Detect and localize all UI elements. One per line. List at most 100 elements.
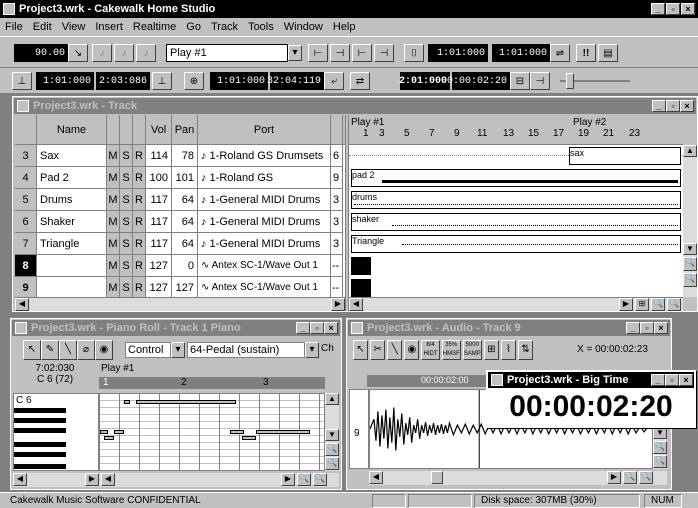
solo-button[interactable]: S <box>120 189 133 210</box>
track-pan[interactable]: 101 <box>172 167 198 188</box>
tempo-ratio-1-icon[interactable]: ♪ <box>92 44 112 62</box>
track-vol[interactable]: 117 <box>146 189 172 210</box>
track-vol[interactable]: 100 <box>146 167 172 188</box>
solo-button[interactable]: S <box>120 211 133 232</box>
scroll-left-icon[interactable]: ◀ <box>13 473 27 486</box>
clip-audio-8[interactable] <box>351 257 371 275</box>
zoom-h-in-icon[interactable]: 🔍 <box>651 298 665 311</box>
track-vol[interactable]: 117 <box>146 211 172 232</box>
scroll-right-icon[interactable]: ▶ <box>281 473 295 486</box>
menu-tools[interactable]: Tools <box>248 21 274 33</box>
set-range-icon[interactable]: ⇌ <box>550 44 570 62</box>
pencil-tool-icon[interactable]: ✎ <box>41 340 59 360</box>
track-extra[interactable]: 9 <box>331 167 343 188</box>
maximize-button[interactable]: ▫ <box>666 3 680 15</box>
mute-button[interactable]: M <box>107 167 120 188</box>
loop-start-icon[interactable]: ⊥ <box>12 72 32 90</box>
snap-icon[interactable]: ⌇ <box>500 340 516 360</box>
mute-button[interactable]: M <box>107 255 120 276</box>
track-row[interactable]: 4 Pad 2 M S R 100 101 ♪ 1-Roland GS 9 <box>15 167 343 189</box>
zoom-out-icon[interactable]: 🔍 <box>653 455 667 468</box>
black-key[interactable] <box>14 452 66 457</box>
punch-icon[interactable]: ⊕ <box>184 72 204 90</box>
control-select[interactable]: Control <box>125 342 171 358</box>
audio-window-icon[interactable] <box>351 322 363 334</box>
punch-start-display[interactable]: 1:01:000 <box>210 72 268 90</box>
piano-minimize-button[interactable]: _ <box>296 322 310 334</box>
now-slider-thumb[interactable] <box>566 73 574 89</box>
header-pan[interactable]: Pan <box>172 115 198 144</box>
marker-list-icon[interactable]: ▤ <box>598 44 618 62</box>
time-format-samp-button[interactable]: 5000 SAMP <box>462 340 482 360</box>
marker-play-2[interactable]: Play #2 <box>573 117 606 128</box>
now-smpte-display[interactable]: 00:00:02:20 <box>441 72 510 90</box>
track-name[interactable]: Pad 2 <box>37 167 107 188</box>
track-vol[interactable]: 114 <box>146 145 172 166</box>
solo-button[interactable]: S <box>120 277 133 298</box>
record-mode-icon[interactable]: ⇄ <box>350 72 370 90</box>
menu-edit[interactable]: Edit <box>33 21 52 33</box>
grid-icon[interactable]: ⊞ <box>483 340 499 360</box>
time-format-hmsf-button[interactable]: 35% HMSF <box>441 340 461 360</box>
big-time-maximize-button[interactable]: ▫ <box>665 374 679 386</box>
scroll-up-icon[interactable]: ▲ <box>683 145 697 157</box>
eraser-tool-icon[interactable]: ⌀ <box>77 340 95 360</box>
track-name[interactable]: Triangle <box>37 233 107 254</box>
solo-button[interactable]: S <box>120 145 133 166</box>
black-key[interactable] <box>14 408 66 413</box>
markers-icon[interactable]: !! <box>576 44 596 62</box>
mute-button[interactable]: M <box>107 189 120 210</box>
minimize-button[interactable]: _ <box>651 3 665 15</box>
track-port[interactable]: ∿ Antex SC-1/Wave Out 1 <box>198 255 331 276</box>
track-extra[interactable]: 3 <box>331 211 343 232</box>
track-port[interactable]: ∿ Antex SC-1/Wave Out 1 <box>198 277 331 298</box>
record-button[interactable]: R <box>133 211 146 232</box>
big-time-icon[interactable] <box>491 374 503 386</box>
solo-button[interactable]: S <box>120 233 133 254</box>
record-button[interactable]: R <box>133 189 146 210</box>
audio-close-button[interactable]: × <box>654 322 668 334</box>
scroll-right-icon[interactable]: ▶ <box>607 471 621 484</box>
scroll-down-icon[interactable]: ▼ <box>683 243 697 255</box>
track-pan[interactable]: 0 <box>172 255 198 276</box>
scrub-tool-icon[interactable]: ◉ <box>95 340 113 360</box>
track-extra[interactable]: 3 <box>331 189 343 210</box>
clip-pad-2[interactable]: pad 2 <box>351 169 681 187</box>
tempo-ratio-3-icon[interactable]: ♪ <box>136 44 156 62</box>
punch-set-icon[interactable]: ⤶ <box>324 72 344 90</box>
track-window-title-bar[interactable]: Project3.wrk - Track _ ▫ × <box>14 98 696 114</box>
track-row[interactable]: 3 Sax M S R 114 78 ♪ 1-Roland GS Drumset… <box>15 145 343 167</box>
menu-realtime[interactable]: Realtime <box>133 21 176 33</box>
scrub-tool-icon[interactable]: ◉ <box>404 340 420 360</box>
zoom-h-out-icon[interactable]: 🔍 <box>313 473 327 486</box>
loop-end-display[interactable]: 2:03:086 <box>96 72 150 90</box>
track-row[interactable]: 8 M S R 127 0 ∿ Antex SC-1/Wave Out 1 -- <box>15 255 343 277</box>
solo-button[interactable]: S <box>120 255 133 276</box>
note[interactable] <box>104 436 114 440</box>
channel-label[interactable]: Ch <box>321 343 334 354</box>
tempo-display[interactable]: 90.00 <box>14 44 68 62</box>
scroll-right-icon[interactable]: ▶ <box>331 298 345 311</box>
mute-button[interactable]: M <box>107 211 120 232</box>
menu-track[interactable]: Track <box>211 21 238 33</box>
header-vol[interactable]: Vol <box>146 115 172 144</box>
controller-dropdown-icon[interactable]: ▾ <box>305 342 319 358</box>
clips-pane[interactable]: sax pad 2 drums shaker Triangle <box>349 145 683 297</box>
track-name[interactable]: Sax <box>37 145 107 166</box>
big-time-close-button[interactable]: × <box>679 374 693 386</box>
track-row[interactable]: 9 M S R 127 127 ∿ Antex SC-1/Wave Out 1 … <box>15 277 343 299</box>
play-range-dropdown-icon[interactable]: ▾ <box>288 45 302 61</box>
piano-vscroll[interactable]: ▲ ▼ 🔍 🔍 <box>325 393 339 471</box>
piano-keyboard[interactable]: C 6 <box>13 393 99 471</box>
menu-view[interactable]: View <box>62 21 86 33</box>
piano-note-grid[interactable] <box>99 393 325 471</box>
piano-marker[interactable]: Play #1 <box>101 363 134 374</box>
note[interactable] <box>230 430 244 434</box>
track-port[interactable]: ♪ 1-Roland GS Drumsets <box>198 145 331 166</box>
track-extra[interactable]: 3 <box>331 233 343 254</box>
track-row[interactable]: 5 Drums M S R 117 64 ♪ 1-General MIDI Dr… <box>15 189 343 211</box>
play-range-select[interactable]: Play #1 <box>166 44 288 62</box>
select-tool-icon[interactable]: ↖ <box>23 340 41 360</box>
track-window-icon[interactable] <box>17 100 29 112</box>
zoom-h-in-icon[interactable]: 🔍 <box>623 471 637 484</box>
